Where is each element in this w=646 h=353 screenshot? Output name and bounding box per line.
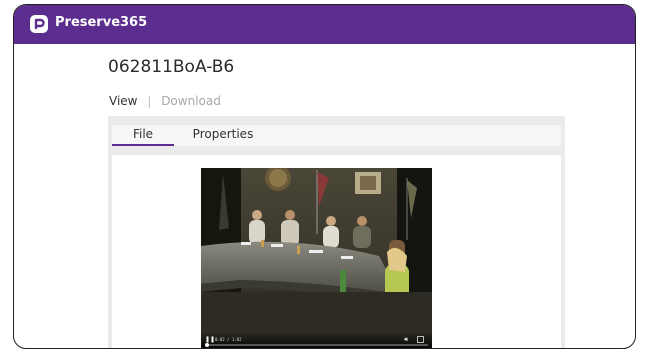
top-bar: Preserve365 — [14, 5, 635, 44]
tab-file[interactable]: File — [112, 125, 174, 146]
preview-panel: File Properties ❚❚ 0:02 / 1:02 🔊︎ — [108, 116, 565, 348]
view-link[interactable]: View — [109, 94, 137, 108]
view-download-actions: View | Download — [109, 93, 221, 109]
app-title: Preserve365 — [55, 15, 148, 30]
document-title: 062811BoA-B6 — [108, 57, 235, 77]
action-separator: | — [147, 94, 152, 108]
video-progress-track[interactable] — [205, 344, 428, 346]
volume-icon[interactable]: 🔊︎ — [404, 337, 408, 343]
download-link[interactable]: Download — [161, 94, 221, 108]
video-player[interactable]: ❚❚ 0:02 / 1:02 🔊︎ — [201, 168, 432, 348]
tab-properties[interactable]: Properties — [188, 125, 258, 144]
video-progress-thumb[interactable] — [205, 343, 209, 347]
video-frame — [201, 168, 432, 348]
video-time: 0:02 / 1:02 — [215, 337, 242, 342]
fullscreen-icon[interactable] — [417, 336, 424, 343]
tab-bar: File Properties — [112, 125, 561, 146]
app-window: Preserve365 062811BoA-B6 View | Download… — [13, 4, 636, 349]
video-controls: ❚❚ 0:02 / 1:02 🔊︎ — [201, 332, 432, 348]
preserve-logo-icon — [30, 15, 48, 33]
file-preview-area: ❚❚ 0:02 / 1:02 🔊︎ — [112, 155, 561, 348]
